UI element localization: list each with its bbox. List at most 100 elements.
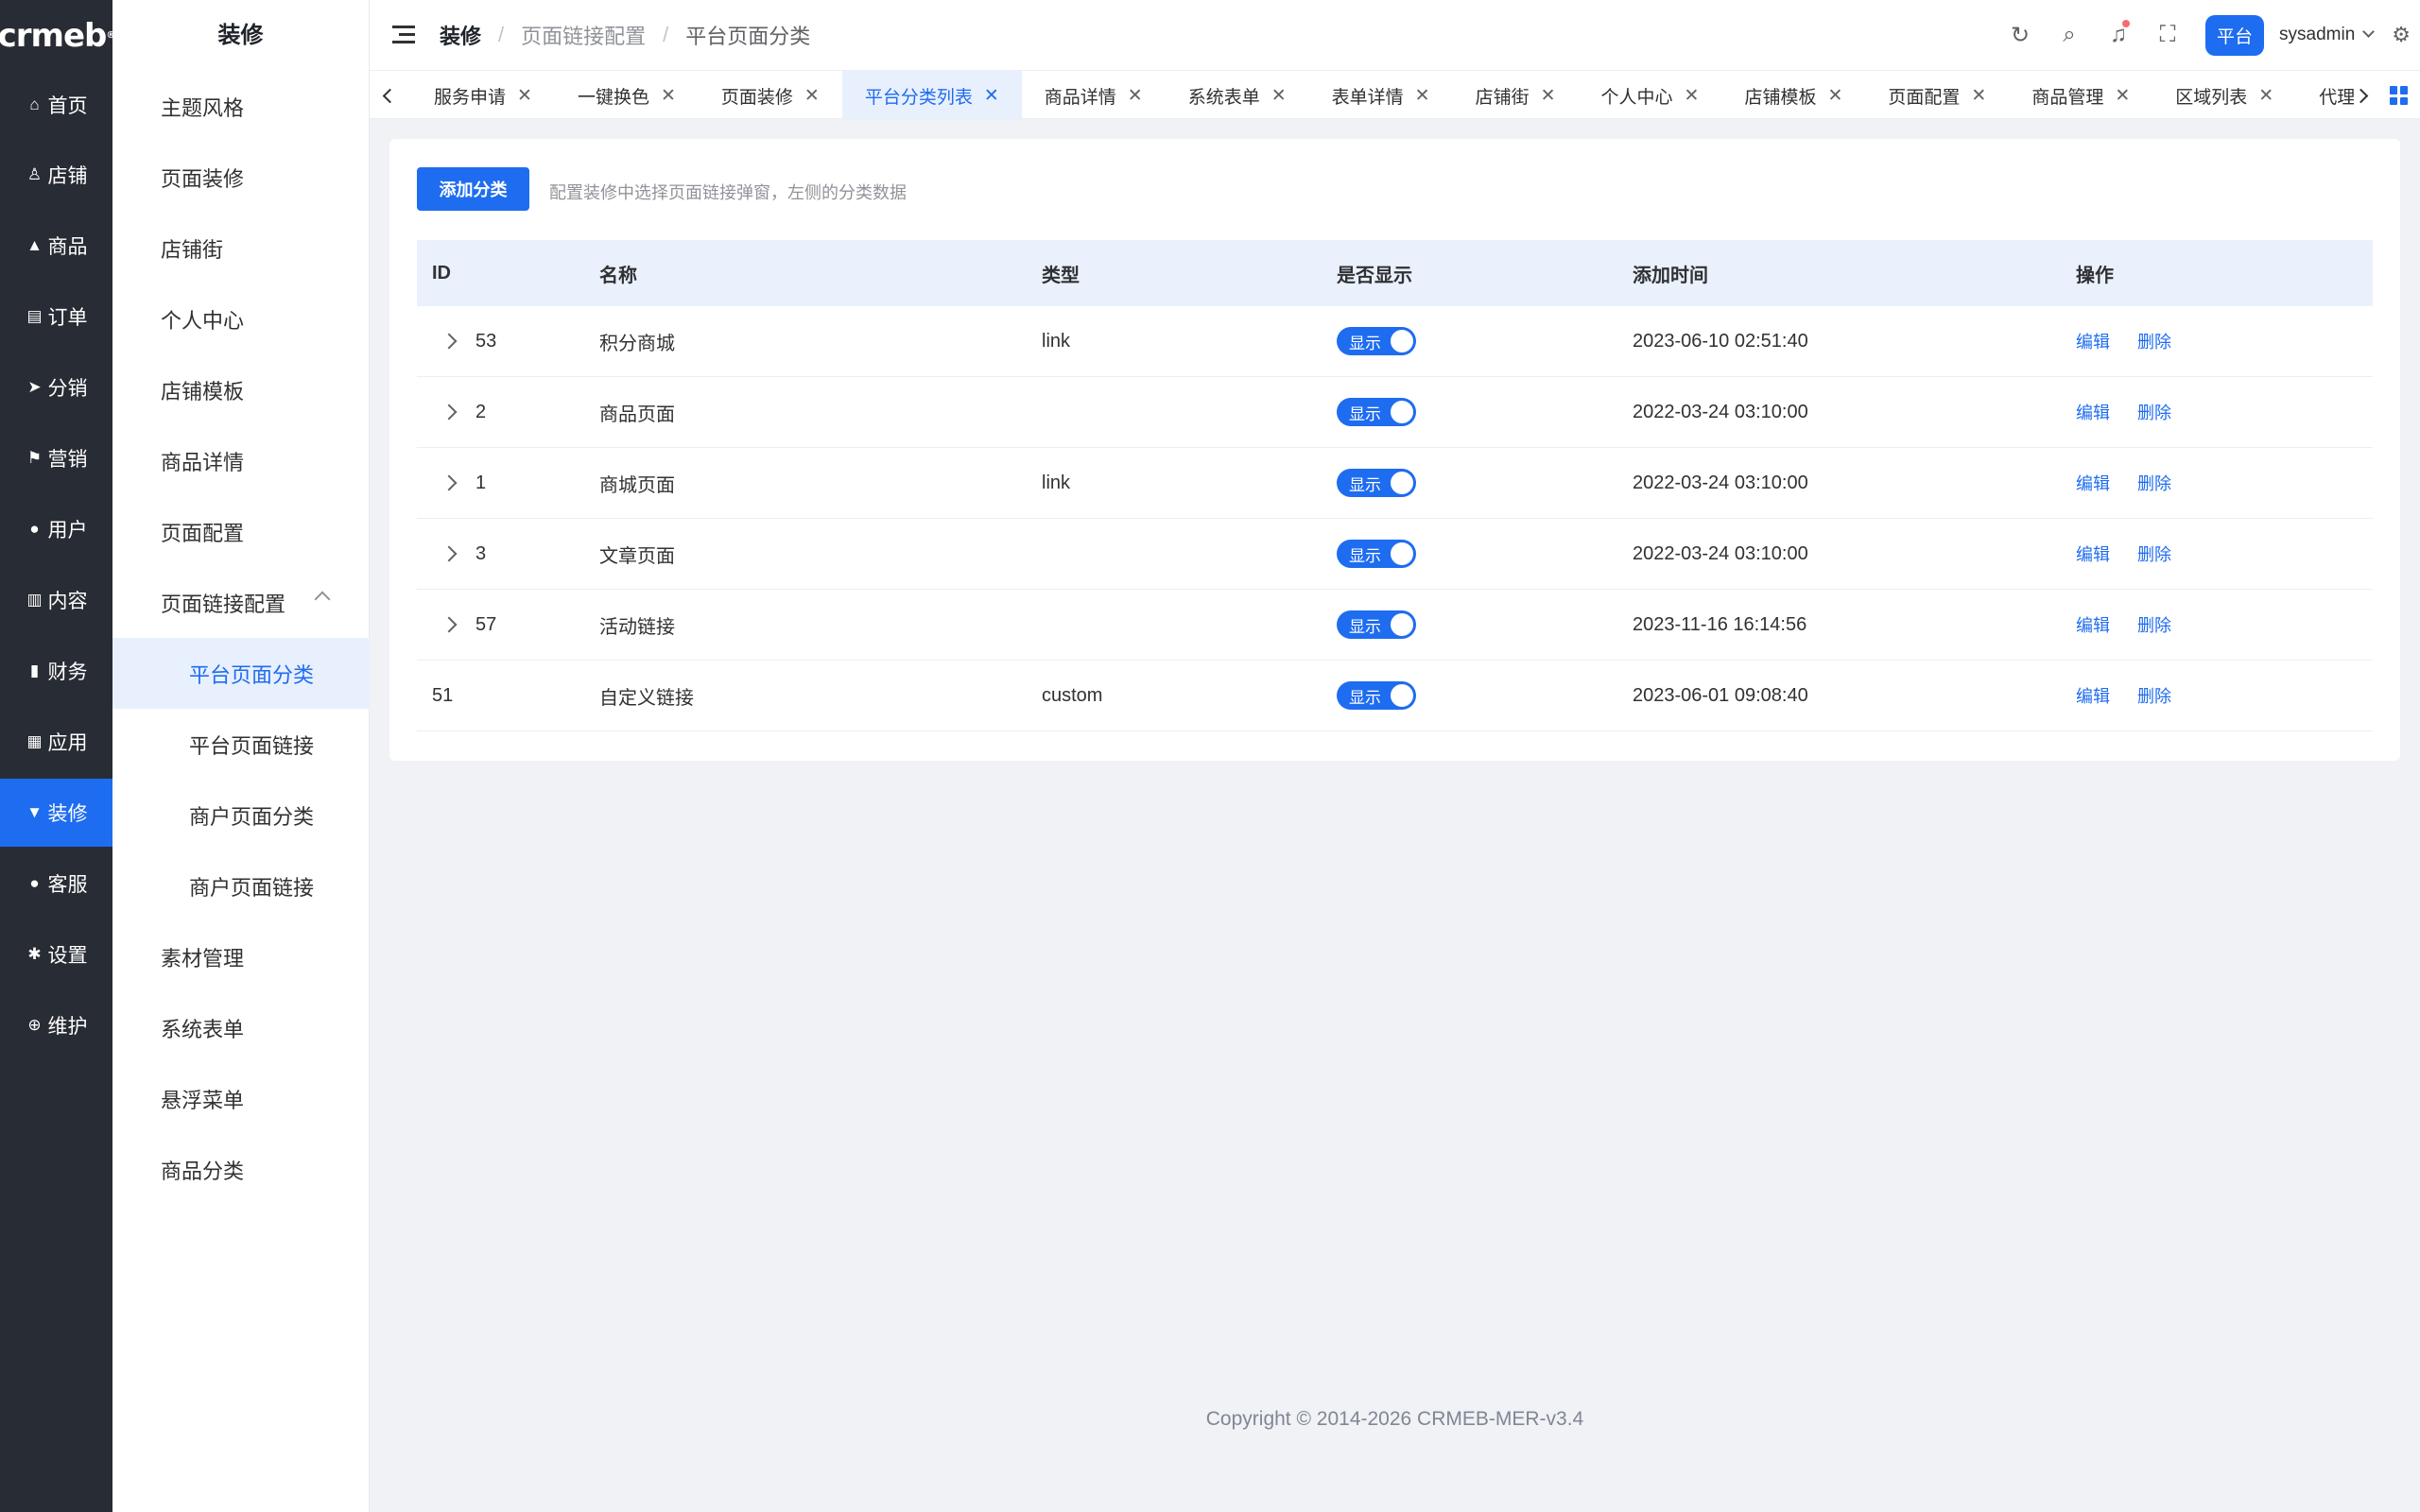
close-icon[interactable]: ✕	[1128, 85, 1143, 107]
sub-menu-item-3[interactable]: 个人中心	[112, 284, 370, 354]
row-id: 2	[475, 401, 487, 422]
show-toggle[interactable]: 显示	[1337, 469, 1416, 497]
breadcrumb-item-2[interactable]: 页面链接配置	[521, 20, 646, 50]
show-toggle[interactable]: 显示	[1337, 610, 1416, 639]
header-actions: ↻ ⌕ ♫ ⛶ 平台 sysadmin ⚙	[1996, 0, 2420, 70]
expand-chevron-icon[interactable]	[441, 404, 458, 421]
sub-menu-item-13[interactable]: 系统表单	[112, 992, 370, 1063]
close-icon[interactable]: ✕	[1271, 85, 1287, 107]
delete-link[interactable]: 删除	[2137, 541, 2171, 566]
edit-link[interactable]: 编辑	[2076, 329, 2110, 353]
show-toggle[interactable]: 显示	[1337, 398, 1416, 426]
edit-link[interactable]: 编辑	[2076, 471, 2110, 495]
rail-item-2[interactable]: ▲ 商品	[0, 212, 112, 280]
tab-1[interactable]: 一键换色 ✕	[555, 71, 699, 120]
tab-10[interactable]: 页面配置 ✕	[1865, 71, 2009, 120]
delete-link[interactable]: 删除	[2137, 400, 2171, 424]
sub-menu-item-11[interactable]: 商户页面链接	[112, 850, 370, 921]
tab-12[interactable]: 区域列表 ✕	[2152, 71, 2296, 120]
rail-item-12[interactable]: ✱ 设置	[0, 920, 112, 988]
sub-menu-item-15[interactable]: 商品分类	[112, 1134, 370, 1205]
delete-link[interactable]: 删除	[2137, 329, 2171, 353]
sub-menu-item-8[interactable]: 平台页面分类	[112, 638, 370, 709]
close-icon[interactable]: ✕	[1541, 85, 1556, 107]
tab-2[interactable]: 页面装修 ✕	[699, 71, 842, 120]
refresh-icon[interactable]: ↻	[1996, 22, 2045, 49]
close-icon[interactable]: ✕	[1827, 85, 1842, 107]
rail-item-8[interactable]: ▮ 财务	[0, 637, 112, 705]
delete-link[interactable]: 删除	[2137, 612, 2171, 637]
show-toggle[interactable]: 显示	[1337, 327, 1416, 355]
sub-menu-item-10[interactable]: 商户页面分类	[112, 780, 370, 850]
close-icon[interactable]: ✕	[1685, 85, 1700, 107]
sub-menu-item-12[interactable]: 素材管理	[112, 921, 370, 992]
close-icon[interactable]: ✕	[661, 85, 676, 107]
add-category-button[interactable]: 添加分类	[417, 167, 529, 211]
sub-menu-item-2[interactable]: 店铺街	[112, 213, 370, 284]
sub-menu-item-6[interactable]: 页面配置	[112, 496, 370, 567]
edit-link[interactable]: 编辑	[2076, 541, 2110, 566]
expand-chevron-icon[interactable]	[441, 474, 458, 491]
tab-0[interactable]: 服务申请 ✕	[411, 71, 555, 120]
search-icon[interactable]: ⌕	[2045, 22, 2094, 48]
close-icon[interactable]: ✕	[2258, 85, 2273, 107]
sub-menu-item-9[interactable]: 平台页面链接	[112, 709, 370, 780]
show-toggle[interactable]: 显示	[1337, 681, 1416, 710]
menu-fold-icon[interactable]	[392, 26, 415, 44]
expand-chevron-icon[interactable]	[441, 333, 458, 350]
edit-link[interactable]: 编辑	[2076, 612, 2110, 637]
sub-menu-item-0[interactable]: 主题风格	[112, 71, 370, 142]
rail-item-1[interactable]: ♙ 店铺	[0, 141, 112, 209]
rail-item-9[interactable]: ▦ 应用	[0, 708, 112, 776]
tab-9[interactable]: 店铺模板 ✕	[1721, 71, 1865, 120]
delete-link[interactable]: 删除	[2137, 471, 2171, 495]
edit-link[interactable]: 编辑	[2076, 683, 2110, 708]
fullscreen-icon[interactable]: ⛶	[2143, 22, 2192, 48]
show-toggle[interactable]: 显示	[1337, 540, 1416, 568]
close-icon[interactable]: ✕	[984, 85, 999, 107]
tab-3[interactable]: 平台分类列表 ✕	[841, 71, 1022, 120]
rail-item-3[interactable]: ▤ 订单	[0, 283, 112, 351]
tab-6[interactable]: 表单详情 ✕	[1309, 71, 1453, 120]
copyright-footer: Copyright © 2014-2026 CRMEB-MER-v3.4	[1205, 1408, 1584, 1430]
rail-item-7[interactable]: ▥ 内容	[0, 566, 112, 634]
close-icon[interactable]: ✕	[1415, 85, 1430, 107]
bell-icon[interactable]: ♫	[2094, 20, 2143, 48]
tab-label: 区域列表	[2175, 87, 2248, 108]
rail-item-5[interactable]: ⚑ 营销	[0, 424, 112, 492]
close-icon[interactable]: ✕	[517, 85, 532, 107]
tags-scroll-right-icon[interactable]	[2346, 71, 2375, 120]
rail-item-11[interactable]: ● 客服	[0, 850, 112, 918]
sub-menu-item-5[interactable]: 商品详情	[112, 425, 370, 496]
expand-chevron-icon[interactable]	[441, 545, 458, 562]
rail-item-4[interactable]: ➤ 分销	[0, 353, 112, 421]
platform-badge[interactable]: 平台	[2205, 14, 2265, 56]
tab-5[interactable]: 系统表单 ✕	[1166, 71, 1309, 120]
sub-menu-item-14[interactable]: 悬浮菜单	[112, 1063, 370, 1134]
tags-scroll-left-icon[interactable]	[375, 71, 404, 120]
sub-menu-item-1[interactable]: 页面装修	[112, 142, 370, 213]
tab-7[interactable]: 店铺街 ✕	[1453, 71, 1579, 120]
tab-8[interactable]: 个人中心 ✕	[1579, 71, 1722, 120]
user-menu[interactable]: sysadmin	[2279, 25, 2376, 45]
rail-item-0[interactable]: ⌂ 首页	[0, 71, 112, 139]
delete-link[interactable]: 删除	[2137, 683, 2171, 708]
tags-menu-grid-icon[interactable]	[2390, 86, 2409, 105]
rail-item-13[interactable]: ⊕ 维护	[0, 991, 112, 1059]
tab-13[interactable]: 代理	[2296, 71, 2354, 120]
expand-chevron-icon[interactable]	[441, 616, 458, 633]
close-icon[interactable]: ✕	[1971, 85, 1986, 107]
crmeb-logo[interactable]: crmeb ®	[0, 0, 115, 71]
sub-menu-item-7[interactable]: 页面链接配置	[112, 567, 370, 638]
tab-11[interactable]: 商品管理 ✕	[2009, 71, 2152, 120]
settings-gear-icon[interactable]: ⚙	[2392, 23, 2411, 47]
close-icon[interactable]: ✕	[2115, 85, 2130, 107]
tab-4[interactable]: 商品详情 ✕	[1022, 71, 1166, 120]
rail-item-10[interactable]: ▼ 装修	[0, 779, 112, 847]
sub-menu-item-4[interactable]: 店铺模板	[112, 354, 370, 425]
user-name: sysadmin	[2279, 25, 2356, 44]
breadcrumb-item-1[interactable]: 装修	[440, 20, 481, 50]
rail-item-6[interactable]: ● 用户	[0, 495, 112, 563]
close-icon[interactable]: ✕	[804, 85, 820, 107]
edit-link[interactable]: 编辑	[2076, 400, 2110, 424]
